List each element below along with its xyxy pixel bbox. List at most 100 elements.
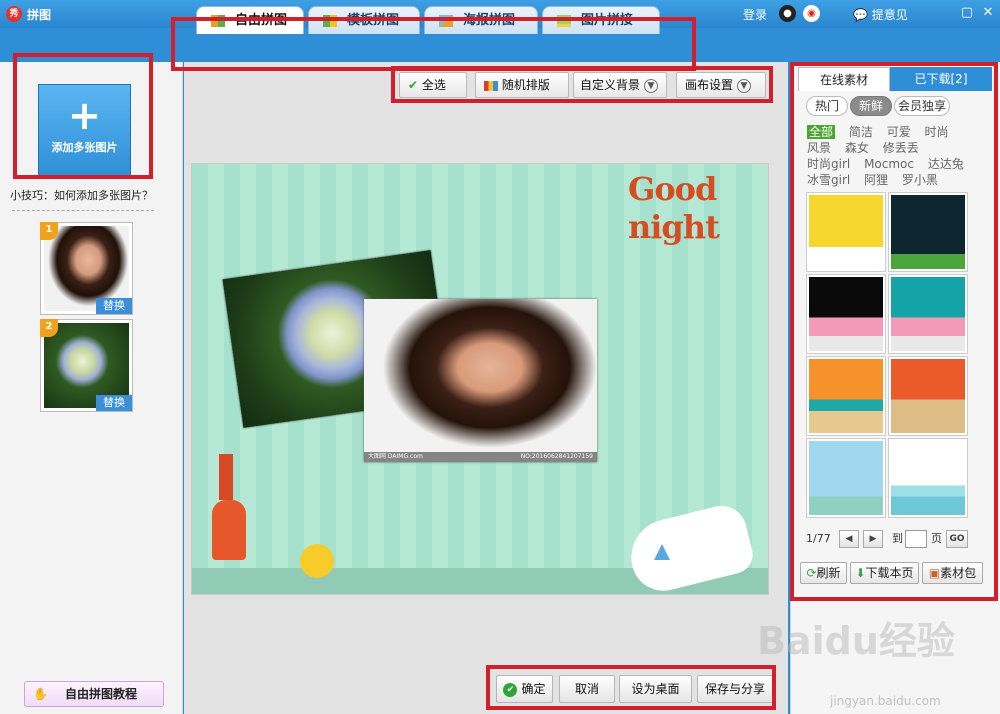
tab-free-collage[interactable]: 自由拼图 (196, 6, 304, 34)
poster-icon (439, 15, 453, 27)
download-page-button[interactable]: ⬇下载本页 (850, 562, 919, 584)
confirm-button[interactable]: ✔ 确定 (496, 675, 553, 703)
tab-label: 自由拼图 (235, 13, 288, 28)
maximize-button[interactable]: ▢ (960, 6, 974, 20)
tag-row: 风景 森女 修丢丢 (807, 139, 929, 156)
save-share-button[interactable]: 保存与分享 (697, 675, 773, 703)
custom-background-dropdown[interactable]: 自定义背景 ▼ (573, 72, 667, 98)
yellow-ball-illustration (300, 544, 334, 578)
boy-illustration (212, 500, 246, 560)
tab-poster-collage[interactable]: 海报拼图 (424, 6, 538, 34)
app-logo-icon: 秀 (6, 6, 22, 22)
next-page-button[interactable]: ▶ (863, 530, 883, 548)
tag-item[interactable]: 达达兔 (928, 157, 964, 171)
material-thumbnail[interactable] (888, 356, 968, 436)
add-images-label: 添加多张图片 (51, 141, 118, 154)
material-thumbnail[interactable] (806, 438, 886, 518)
tag-item[interactable]: 时尚girl (807, 157, 850, 171)
add-images-button[interactable]: + 添加多张图片 (38, 84, 131, 177)
random-layout-button[interactable]: 随机排版 (475, 72, 569, 98)
image-thumbnail[interactable]: 2 替换 (40, 319, 133, 412)
material-preview (809, 277, 883, 351)
material-thumbnail[interactable] (888, 274, 968, 354)
template-icon (323, 15, 337, 27)
cancel-button[interactable]: 取消 (559, 675, 615, 703)
tag-item[interactable]: 时尚 (925, 125, 949, 139)
download-page-label: 下载本页 (865, 566, 914, 580)
caption-left: 大图网 DAIMG.com (368, 453, 423, 460)
tag-item[interactable]: 森女 (845, 141, 869, 155)
image-thumbnail[interactable]: 1 替换 (40, 222, 133, 315)
material-thumbnail[interactable] (806, 192, 886, 272)
tag-item[interactable]: 修丢丢 (883, 141, 919, 155)
tag-item[interactable]: 罗小黑 (902, 173, 938, 187)
chip-new[interactable]: 新鲜 (850, 96, 892, 116)
material-preview (891, 277, 965, 351)
tab-label: 图片拼接 (581, 13, 634, 28)
page-indicator: 1/77 (806, 532, 831, 545)
material-thumbnail[interactable] (806, 274, 886, 354)
replace-button[interactable]: 替换 (96, 395, 132, 411)
collage-icon (211, 15, 225, 27)
tag-item[interactable]: 阿狸 (864, 173, 888, 187)
tab-downloaded[interactable]: 已下载[2] (890, 67, 992, 91)
material-pack-button[interactable]: ▣素材包 (922, 562, 983, 584)
tab-label: 海报拼图 (463, 13, 516, 28)
material-thumbnail[interactable] (888, 192, 968, 272)
custom-background-label: 自定义背景 (580, 78, 641, 92)
baidu-url: jingyan.baidu.com (830, 694, 941, 708)
material-thumbnail[interactable] (806, 356, 886, 436)
confirm-label: 确定 (521, 682, 546, 696)
collage-canvas[interactable]: Good night 大图网 DAIMG.com NO:201606284120… (191, 163, 769, 595)
tab-label: 模板拼图 (347, 13, 400, 28)
tab-online-material[interactable]: 在线素材 (798, 67, 890, 91)
tab-template-collage[interactable]: 模板拼图 (308, 6, 420, 34)
tag-item[interactable]: 风景 (807, 141, 831, 155)
canvas-settings-dropdown[interactable]: 画布设置 ▼ (676, 72, 766, 98)
chip-vip[interactable]: 会员独享 (894, 96, 950, 116)
feedback-link[interactable]: 💬 提意见 (853, 6, 908, 23)
refresh-label: 刷新 (816, 566, 841, 580)
random-layout-label: 随机排版 (501, 78, 550, 92)
page-input[interactable] (905, 530, 927, 548)
go-button[interactable]: GO (946, 530, 968, 548)
feedback-label: 提意见 (871, 8, 908, 22)
tag-item[interactable]: 可爱 (887, 125, 911, 139)
chevron-down-icon: ▼ (737, 78, 752, 93)
close-button[interactable]: ✕ (981, 6, 995, 20)
tab-image-stitch[interactable]: 图片拼接 (542, 6, 660, 34)
caption-right: NO:20160628412071​59 (520, 453, 593, 460)
weibo-icon[interactable]: ◉ (803, 5, 820, 22)
replace-button[interactable]: 替换 (96, 298, 132, 314)
thumbnail-number: 1 (40, 222, 58, 240)
tag-item[interactable]: Mocmoc (864, 157, 914, 171)
tag-item[interactable]: 冰雪girl (807, 173, 850, 187)
prev-page-button[interactable]: ◀ (839, 530, 859, 548)
material-thumbnail[interactable] (888, 438, 968, 518)
tag-item[interactable]: 简洁 (849, 125, 873, 139)
portrait-photo[interactable]: 大图网 DAIMG.com NO:20160628412071​59 (364, 299, 597, 462)
material-preview (891, 195, 965, 269)
party-hat-illustration (654, 544, 670, 560)
select-all-button[interactable]: ✔ 全选 (399, 72, 467, 98)
hands-icon: ✋ (33, 687, 48, 701)
refresh-button[interactable]: ⟳刷新 (800, 562, 847, 584)
login-link[interactable]: 登录 (743, 6, 767, 23)
good-night-sticker[interactable]: Good night (628, 170, 768, 246)
qq-icon[interactable]: ● (779, 5, 796, 22)
tutorial-label: 自由拼图教程 (65, 687, 138, 701)
canvas-settings-label: 画布设置 (685, 78, 734, 92)
download-icon: ⬇ (855, 566, 866, 580)
tag-all[interactable]: 全部 (807, 125, 836, 139)
goto-label: 到 (892, 532, 903, 545)
divider (12, 210, 154, 211)
tutorial-button[interactable]: ✋ 自由拼图教程 (24, 681, 164, 707)
set-desktop-button[interactable]: 设为桌面 (619, 675, 692, 703)
material-preview (891, 441, 965, 515)
layout-icon (484, 80, 498, 91)
tip-link[interactable]: 小技巧：如何添加多张图片？ (10, 187, 153, 203)
chip-hot[interactable]: 热门 (806, 96, 848, 116)
package-icon: ▣ (928, 566, 941, 580)
select-all-label: 全选 (421, 78, 446, 92)
tag-row: 时尚girl Mocmoc 达达兔 (807, 155, 974, 172)
